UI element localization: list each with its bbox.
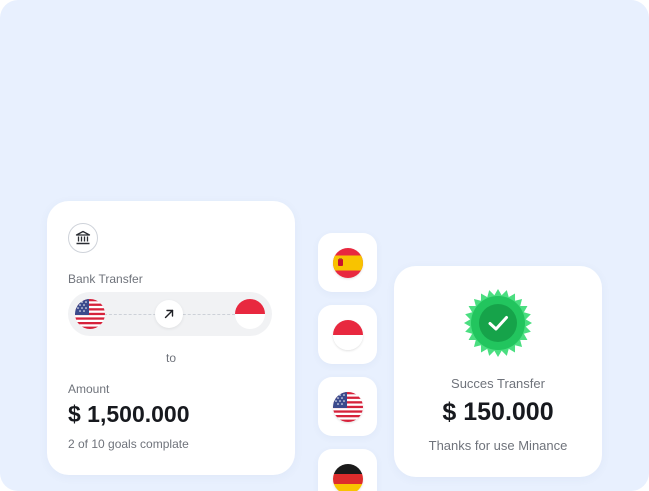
canvas: Bank Transfer to Amount $ 1,500.000 2 of… bbox=[0, 0, 649, 491]
spain-flag-icon bbox=[332, 247, 363, 278]
amount-label: Amount bbox=[68, 382, 110, 396]
check-badge-icon bbox=[461, 286, 535, 360]
bank-icon bbox=[68, 223, 98, 253]
success-amount: $ 150.000 bbox=[442, 398, 554, 426]
arrow-up-right-icon[interactable] bbox=[155, 300, 183, 328]
success-subtitle: Thanks for use Minance bbox=[428, 438, 568, 453]
indonesia-flag-icon[interactable] bbox=[235, 299, 265, 329]
flag-tile-indonesia[interactable] bbox=[318, 305, 377, 364]
bank-transfer-card: Bank Transfer to Amount $ 1,500.000 2 of… bbox=[47, 201, 295, 475]
us-flag-icon[interactable] bbox=[75, 299, 105, 329]
indonesia-flag-icon bbox=[332, 319, 363, 350]
transfer-route bbox=[68, 292, 272, 336]
us-flag-icon bbox=[332, 391, 363, 422]
success-title: Succes Transfer bbox=[451, 376, 545, 391]
flag-tile-spain[interactable] bbox=[318, 233, 377, 292]
to-label: to bbox=[165, 351, 176, 365]
amount-value: $ 1,500.000 bbox=[68, 401, 190, 427]
flag-tile-germany[interactable] bbox=[318, 449, 377, 491]
bank-transfer-label: Bank Transfer bbox=[68, 272, 143, 286]
flag-tile-usa[interactable] bbox=[318, 377, 377, 436]
success-transfer-card: Succes Transfer $ 150.000 Thanks for use… bbox=[394, 266, 602, 477]
germany-flag-icon bbox=[332, 463, 363, 491]
goals-progress-text: 2 of 10 goals complate bbox=[68, 437, 189, 451]
